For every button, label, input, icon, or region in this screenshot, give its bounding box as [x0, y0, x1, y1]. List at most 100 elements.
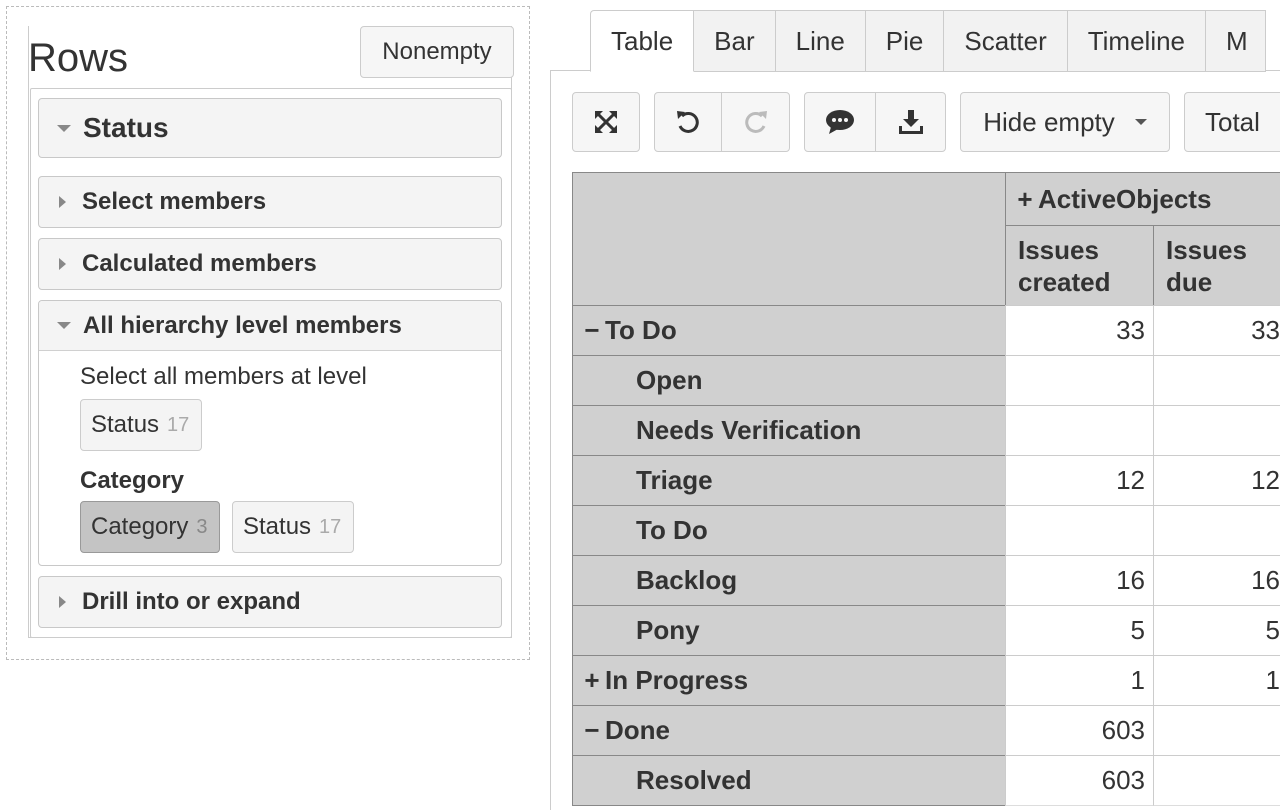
table-row-header[interactable]: Needs Verification [572, 405, 1006, 456]
table-cell[interactable] [1153, 755, 1280, 806]
table-cell[interactable] [1153, 355, 1280, 406]
table-cell[interactable]: 1 [1005, 655, 1154, 706]
table-cell[interactable]: 1 [1153, 655, 1280, 706]
table-row-header[interactable]: +In Progress [572, 655, 1006, 706]
calculated-members-label: Calculated members [82, 250, 317, 278]
toolbar-group-fullscreen [572, 92, 640, 152]
all-hierarchy-level-members-label: All hierarchy level members [83, 312, 402, 340]
comment-button[interactable] [805, 93, 875, 151]
expand-triangle-icon [59, 596, 66, 608]
rows-title: Rows [28, 34, 128, 82]
expand-icon [593, 109, 619, 135]
tab-more[interactable]: M [1206, 10, 1266, 72]
table-cell[interactable]: 16 [1005, 555, 1154, 606]
table-cell[interactable] [1153, 705, 1280, 756]
table-row-header[interactable]: −To Do [572, 305, 1006, 356]
redo-icon [742, 108, 770, 136]
tab-line[interactable]: Line [776, 10, 866, 72]
total-label: Total [1205, 107, 1260, 138]
toolbar-group-actions [804, 92, 946, 152]
level-chip-status[interactable]: Status 17 [80, 399, 202, 451]
table-cell[interactable]: 33 [1153, 305, 1280, 356]
tab-scatter[interactable]: Scatter [944, 10, 1067, 72]
table-row-header[interactable]: Backlog [572, 555, 1006, 606]
chip-label: Category [91, 513, 188, 541]
expand-triangle-icon [59, 258, 66, 270]
drill-into-or-expand-label: Drill into or expand [82, 588, 301, 616]
column-header-issues-created[interactable]: Issues created [1005, 225, 1154, 306]
collapse-minus-icon[interactable]: − [581, 315, 603, 346]
table-row-header[interactable]: Resolved [572, 755, 1006, 806]
all-hierarchy-level-members-header[interactable]: All hierarchy level members [39, 301, 501, 351]
row-label: Triage [636, 465, 713, 496]
hide-empty-label: Hide empty [983, 107, 1115, 138]
level-chip-category[interactable]: Category 3 [80, 501, 220, 553]
expand-plus-icon[interactable]: + [1014, 184, 1036, 215]
row-label: Pony [636, 615, 700, 646]
table-row-header[interactable]: To Do [572, 505, 1006, 556]
table-cell[interactable]: 5 [1153, 605, 1280, 656]
row-label: To Do [605, 315, 677, 346]
table-corner-header [572, 172, 1006, 306]
table-row-header[interactable]: Pony [572, 605, 1006, 656]
level-chip-category-status[interactable]: Status 17 [232, 501, 354, 553]
chip-label: Status [91, 411, 159, 439]
redo-button[interactable] [721, 93, 789, 151]
select-all-members-label: Select all members at level [80, 363, 367, 391]
nonempty-button[interactable]: Nonempty [360, 26, 514, 78]
table-cell[interactable]: 33 [1005, 305, 1154, 356]
tab-table[interactable]: Table [590, 10, 694, 72]
table-cell[interactable]: 12 [1153, 455, 1280, 506]
table-cell[interactable] [1005, 405, 1154, 456]
table-cell[interactable] [1153, 505, 1280, 556]
download-button[interactable] [875, 93, 945, 151]
select-members-section[interactable]: Select members [38, 176, 502, 228]
table-cell[interactable]: 12 [1005, 455, 1154, 506]
table-cell[interactable] [1153, 405, 1280, 456]
column-header-line: created [1018, 266, 1153, 298]
chevron-down-icon [1135, 119, 1147, 125]
expand-plus-icon[interactable]: + [581, 665, 603, 696]
column-header-issues-due[interactable]: Issues due [1153, 225, 1280, 306]
category-label: Category [80, 467, 184, 495]
tab-bar[interactable]: Bar [694, 10, 775, 72]
chip-count: 3 [196, 516, 207, 539]
table-cell[interactable] [1005, 505, 1154, 556]
comment-icon [825, 108, 855, 136]
row-label: Open [636, 365, 702, 396]
fullscreen-button[interactable] [573, 93, 639, 151]
undo-icon [674, 108, 702, 136]
expand-triangle-icon [59, 196, 66, 208]
table-cell[interactable]: 5 [1005, 605, 1154, 656]
download-icon [897, 108, 925, 136]
status-header[interactable]: Status [38, 98, 502, 158]
tab-pie[interactable]: Pie [866, 10, 945, 72]
collapse-triangle-icon [57, 322, 71, 329]
table-row-header[interactable]: Open [572, 355, 1006, 406]
column-header-line: Issues [1018, 234, 1153, 266]
undo-button[interactable] [655, 93, 721, 151]
calculated-members-section[interactable]: Calculated members [38, 238, 502, 290]
measure-group-header[interactable]: + ActiveObjects [1005, 172, 1280, 226]
chip-label: Status [243, 513, 311, 541]
hide-empty-dropdown[interactable]: Hide empty [960, 92, 1170, 152]
table-cell[interactable]: 16 [1153, 555, 1280, 606]
row-label: Needs Verification [636, 415, 861, 446]
total-dropdown[interactable]: Total [1184, 92, 1280, 152]
table-cell[interactable]: 603 [1005, 755, 1154, 806]
select-members-label: Select members [82, 188, 266, 216]
tab-timeline[interactable]: Timeline [1068, 10, 1206, 72]
column-header-line: due [1166, 266, 1280, 298]
chip-count: 17 [319, 516, 341, 539]
chart-type-tabs: Table Bar Line Pie Scatter Timeline M [590, 10, 1266, 72]
row-label: Backlog [636, 565, 737, 596]
chip-count: 17 [167, 414, 189, 437]
table-row-header[interactable]: Triage [572, 455, 1006, 506]
drill-into-or-expand-section[interactable]: Drill into or expand [38, 576, 502, 628]
table-cell[interactable] [1005, 355, 1154, 406]
table-row-header[interactable]: −Done [572, 705, 1006, 756]
status-heading: Status [83, 112, 169, 144]
table-cell[interactable]: 603 [1005, 705, 1154, 756]
collapse-minus-icon[interactable]: − [581, 715, 603, 746]
column-header-line: Issues [1166, 234, 1280, 266]
